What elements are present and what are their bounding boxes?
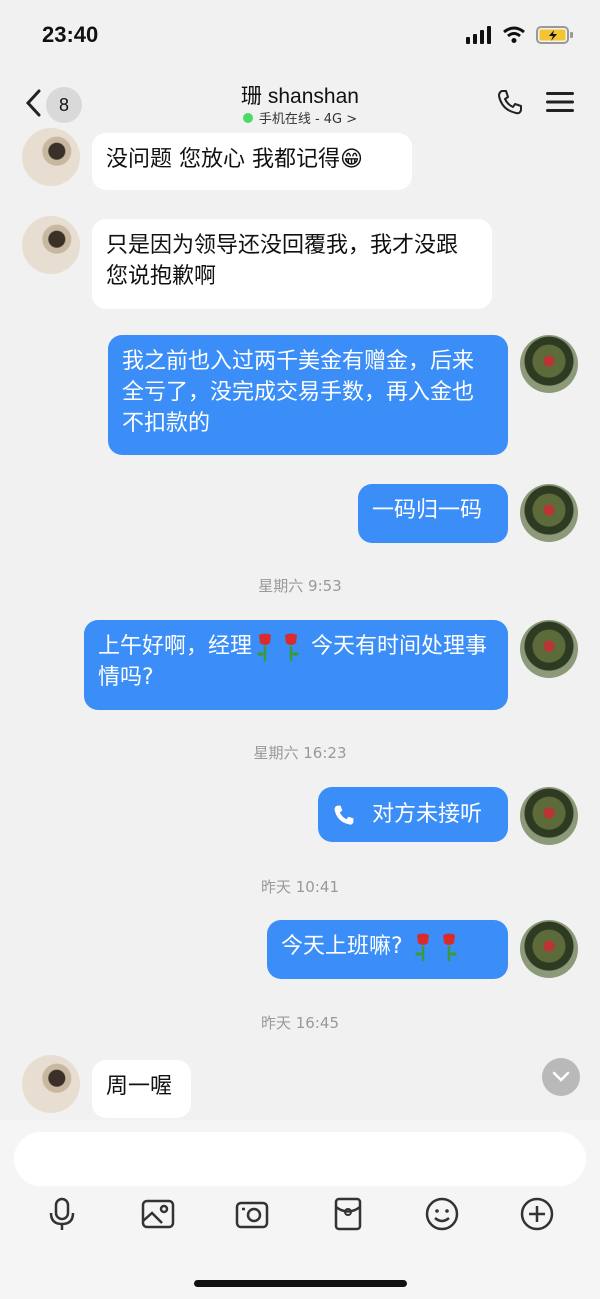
my-avatar[interactable] xyxy=(520,484,578,542)
menu-button[interactable] xyxy=(546,90,574,118)
contact-avatar[interactable] xyxy=(22,128,80,186)
call-button[interactable] xyxy=(496,88,524,120)
home-indicator[interactable] xyxy=(194,1280,407,1287)
rose-emoji-icon xyxy=(442,933,457,961)
status-bar: 23:40 xyxy=(0,0,600,70)
contact-avatar[interactable] xyxy=(22,216,80,274)
battery-icon xyxy=(536,26,573,44)
my-avatar[interactable] xyxy=(520,920,578,978)
timestamp: 昨天 10:41 xyxy=(261,878,339,896)
camera-icon[interactable] xyxy=(234,1196,270,1232)
menu-icon xyxy=(546,92,574,112)
message-text: 周一喔 xyxy=(106,1074,173,1099)
phone-icon xyxy=(498,90,522,115)
timestamp: 昨天 16:45 xyxy=(261,1014,339,1032)
mic-icon[interactable] xyxy=(44,1196,80,1232)
online-status-text: 手机在线 - 4G > xyxy=(258,112,358,127)
signal-icon xyxy=(466,26,491,44)
message-text: 一码归一码 xyxy=(372,498,483,523)
my-avatar[interactable] xyxy=(520,335,578,393)
status-time: 23:40 xyxy=(42,22,99,47)
rose-emoji-icon xyxy=(414,933,429,961)
message-bubble[interactable]: 一码归一码 xyxy=(358,484,508,543)
message-text: 上午好啊，经理 xyxy=(98,634,253,659)
chevron-down-icon xyxy=(552,1071,570,1082)
plus-icon[interactable] xyxy=(519,1196,555,1232)
message-bubble[interactable]: 今天上班嘛? xyxy=(267,920,508,979)
emoji-icon[interactable] xyxy=(424,1196,460,1232)
message-bubble[interactable]: 周一喔 xyxy=(92,1060,191,1118)
rose-emoji-icon xyxy=(285,633,300,661)
message-text: 对方未接听 xyxy=(372,802,483,827)
input-area xyxy=(0,1120,600,1299)
input-toolbar xyxy=(0,1196,600,1246)
message-bubble[interactable]: 我之前也入过两千美金有赠金，后来全亏了，没完成交易手数，再入金也不扣款的 xyxy=(108,335,508,455)
red-packet-icon[interactable] xyxy=(330,1196,366,1232)
message-input[interactable] xyxy=(14,1132,586,1186)
contact-avatar[interactable] xyxy=(22,1055,80,1113)
chat-header: 8 珊 shanshan 手机在线 - 4G > xyxy=(0,70,600,132)
online-dot-icon xyxy=(242,112,253,123)
timestamp: 星期六 9:53 xyxy=(258,577,342,595)
image-icon[interactable] xyxy=(140,1196,176,1232)
message-text: 我之前也入过两千美金有赠金，后来全亏了，没完成交易手数，再入金也不扣款的 xyxy=(122,349,475,436)
scroll-down-button[interactable] xyxy=(542,1058,580,1096)
my-avatar[interactable] xyxy=(520,787,578,845)
message-bubble[interactable]: 只是因为领导还没回覆我，我才没跟您说抱歉啊 xyxy=(92,219,492,309)
wifi-icon xyxy=(503,26,525,43)
message-bubble[interactable]: 没问题 您放心 我都记得😁 xyxy=(92,133,412,190)
rose-emoji-icon xyxy=(257,633,272,661)
call-record-bubble[interactable]: 对方未接听 xyxy=(318,787,508,842)
phone-icon xyxy=(334,805,354,825)
message-text: 今天上班嘛? xyxy=(281,934,410,959)
message-bubble[interactable]: 上午好啊，经理 今天有时间处理事情吗? xyxy=(84,620,508,710)
message-text: 只是因为领导还没回覆我，我才没跟您说抱歉啊 xyxy=(106,233,459,289)
timestamp: 星期六 16:23 xyxy=(253,744,347,762)
my-avatar[interactable] xyxy=(520,620,578,678)
message-text: 没问题 您放心 我都记得😁 xyxy=(106,147,363,172)
status-icons xyxy=(466,25,574,45)
